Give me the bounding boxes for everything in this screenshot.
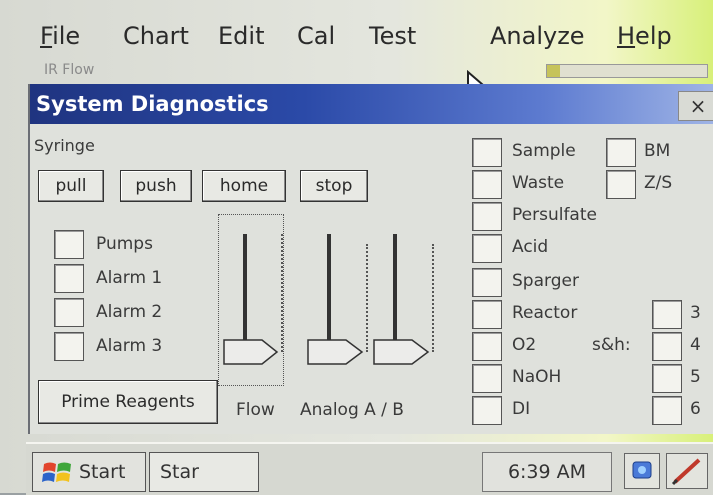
pumps-checkbox[interactable] [54, 230, 84, 259]
sh4-label: 4 [690, 335, 701, 355]
analog-b-slider-ticks [432, 244, 436, 352]
pumps-label: Pumps [96, 234, 153, 254]
flow-slider-track [243, 234, 247, 352]
menu-help-label: elp [635, 22, 672, 50]
acid-checkbox[interactable] [472, 234, 502, 263]
analog-a-slider-thumb[interactable] [306, 338, 366, 366]
waste-label: Waste [512, 173, 565, 193]
start-button[interactable]: Start [32, 452, 146, 492]
sh6-checkbox[interactable] [652, 396, 682, 425]
taskbar-item-star[interactable]: Star [149, 452, 259, 492]
menu-cal[interactable]: Cal [297, 22, 335, 50]
naoh-checkbox[interactable] [472, 364, 502, 393]
flow-slider-ticks [281, 234, 285, 352]
naoh-label: NaOH [512, 367, 562, 387]
menu-help[interactable]: Help [617, 22, 672, 50]
sh5-label: 5 [690, 367, 701, 387]
pen-tray-icon[interactable] [666, 453, 708, 489]
menu-help-accel: H [617, 22, 636, 50]
prime-reagents-button[interactable]: Prime Reagents [38, 380, 218, 424]
menu-chart[interactable]: Chart [123, 22, 189, 50]
start-label: Start [79, 461, 126, 483]
menu-edit[interactable]: Edit [218, 22, 264, 50]
alarm2-label: Alarm 2 [96, 302, 163, 322]
background-progress [546, 64, 708, 78]
alarm3-label: Alarm 3 [96, 336, 163, 356]
waste-checkbox[interactable] [472, 170, 502, 199]
analog-b-slider-track [393, 234, 397, 352]
analog-a-slider-track [327, 234, 331, 352]
taskbar-clock: 6:39 AM [482, 452, 612, 492]
sparger-label: Sparger [512, 271, 579, 291]
analog-b-slider-thumb[interactable] [372, 338, 432, 366]
sh-label: s&h: [592, 335, 631, 355]
menu-file[interactable]: File [40, 22, 80, 50]
device-screen: File Chart Edit Cal Test Analyze Help IR… [0, 0, 713, 495]
syringe-label: Syringe [34, 136, 95, 155]
reactor-label: Reactor [512, 303, 578, 323]
system-diagnostics-dialog: System Diagnostics × Syringe pull push h… [28, 84, 713, 434]
bm-checkbox[interactable] [606, 138, 636, 167]
pull-button[interactable]: pull [38, 170, 104, 202]
windows-flag-icon [42, 462, 71, 482]
stop-button[interactable]: stop [300, 170, 368, 202]
sh3-label: 3 [690, 303, 701, 323]
alarm1-checkbox[interactable] [54, 264, 84, 293]
alarm3-checkbox[interactable] [54, 332, 84, 361]
zs-label: Z/S [644, 173, 673, 193]
analog-a-slider-ticks [366, 244, 370, 352]
background-window-strip: IR Flow [26, 62, 713, 80]
persulfate-checkbox[interactable] [472, 202, 502, 231]
zs-checkbox[interactable] [606, 170, 636, 199]
sample-label: Sample [512, 141, 576, 161]
alarm1-label: Alarm 1 [96, 268, 163, 288]
menu-analyze[interactable]: Analyze [490, 22, 585, 50]
home-button[interactable]: home [202, 170, 286, 202]
taskbar: Start Star 6:39 AM [26, 442, 713, 495]
sh5-checkbox[interactable] [652, 364, 682, 393]
persulfate-label: Persulfate [512, 205, 597, 225]
close-button[interactable]: × [678, 91, 713, 121]
menu-bar: File Chart Edit Cal Test Analyze Help [26, 12, 713, 60]
acid-label: Acid [512, 237, 549, 257]
menu-test[interactable]: Test [369, 22, 416, 50]
flow-slider-thumb[interactable] [222, 338, 280, 366]
sh3-checkbox[interactable] [652, 300, 682, 329]
di-checkbox[interactable] [472, 396, 502, 425]
menu-file-label: ile [52, 22, 81, 50]
push-button[interactable]: push [120, 170, 192, 202]
alarm2-checkbox[interactable] [54, 298, 84, 327]
reactor-checkbox[interactable] [472, 300, 502, 329]
dialog-title: System Diagnostics [36, 92, 269, 116]
background-window-text: IR Flow [44, 62, 95, 78]
taskbar-item-label: Star [160, 461, 199, 483]
sh6-label: 6 [690, 399, 701, 419]
sh4-checkbox[interactable] [652, 332, 682, 361]
network-tray-icon[interactable] [624, 453, 660, 489]
bm-label: BM [644, 141, 671, 161]
di-label: DI [512, 399, 531, 419]
sample-checkbox[interactable] [472, 138, 502, 167]
analog-slider-label: Analog A / B [300, 400, 404, 420]
o2-label: O2 [512, 335, 537, 355]
flow-slider-label: Flow [236, 400, 275, 420]
dialog-title-bar: System Diagnostics × [30, 84, 713, 124]
sparger-checkbox[interactable] [472, 268, 502, 297]
o2-checkbox[interactable] [472, 332, 502, 361]
menu-file-accel: F [40, 22, 53, 50]
